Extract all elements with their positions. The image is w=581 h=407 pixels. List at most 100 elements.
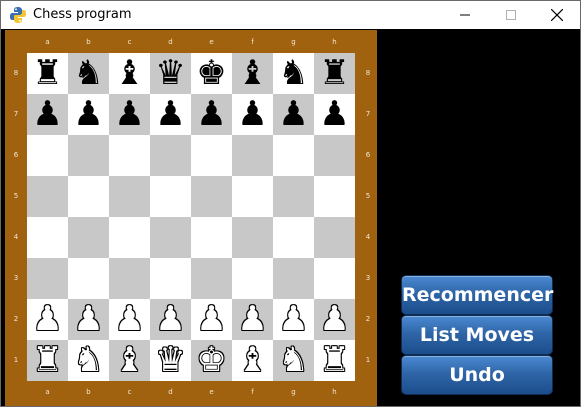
chess-board[interactable]: ♜ ♞ ♝ ♛ ♚ ♝ ♞ ♜ ♟ ♟ ♟ ♟ ♟ ♟ ♟ ♟ ♟ ♟ ♟ ♟ ♟ ♟ ♟ ♟ ♜ ♞ ♝ ♛ ♚ ♝ ♞ ♜ bbox=[27, 53, 355, 381]
white-piece-icon[interactable]: ♜ bbox=[32, 340, 62, 381]
square-a7[interactable]: ♟ bbox=[27, 94, 68, 135]
square-b4[interactable] bbox=[68, 217, 109, 258]
square-g2[interactable]: ♟ bbox=[273, 299, 314, 340]
square-c3[interactable] bbox=[109, 258, 150, 299]
square-e2[interactable]: ♟ bbox=[191, 299, 232, 340]
square-g8[interactable]: ♞ bbox=[273, 53, 314, 94]
square-b5[interactable] bbox=[68, 176, 109, 217]
square-h8[interactable]: ♜ bbox=[314, 53, 355, 94]
square-a5[interactable] bbox=[27, 176, 68, 217]
square-g6[interactable] bbox=[273, 135, 314, 176]
square-a4[interactable] bbox=[27, 217, 68, 258]
black-piece-icon[interactable]: ♛ bbox=[155, 53, 185, 94]
black-piece-icon[interactable]: ♚ bbox=[196, 53, 226, 94]
square-e7[interactable]: ♟ bbox=[191, 94, 232, 135]
square-d2[interactable]: ♟ bbox=[150, 299, 191, 340]
square-d1[interactable]: ♛ bbox=[150, 340, 191, 381]
square-a6[interactable] bbox=[27, 135, 68, 176]
square-g5[interactable] bbox=[273, 176, 314, 217]
square-e1[interactable]: ♚ bbox=[191, 340, 232, 381]
white-piece-icon[interactable]: ♟ bbox=[319, 299, 349, 340]
list-moves-button[interactable]: List Moves bbox=[402, 316, 552, 354]
black-piece-icon[interactable]: ♟ bbox=[278, 94, 308, 135]
square-c5[interactable] bbox=[109, 176, 150, 217]
black-piece-icon[interactable]: ♟ bbox=[155, 94, 185, 135]
white-piece-icon[interactable]: ♟ bbox=[155, 299, 185, 340]
black-piece-icon[interactable]: ♟ bbox=[196, 94, 226, 135]
black-piece-icon[interactable]: ♟ bbox=[237, 94, 267, 135]
square-d5[interactable] bbox=[150, 176, 191, 217]
square-c4[interactable] bbox=[109, 217, 150, 258]
black-piece-icon[interactable]: ♝ bbox=[237, 53, 267, 94]
square-e4[interactable] bbox=[191, 217, 232, 258]
square-c1[interactable]: ♝ bbox=[109, 340, 150, 381]
square-h3[interactable] bbox=[314, 258, 355, 299]
white-piece-icon[interactable]: ♜ bbox=[319, 340, 349, 381]
square-h1[interactable]: ♜ bbox=[314, 340, 355, 381]
square-f6[interactable] bbox=[232, 135, 273, 176]
white-piece-icon[interactable]: ♛ bbox=[155, 340, 185, 381]
square-h5[interactable] bbox=[314, 176, 355, 217]
black-piece-icon[interactable]: ♟ bbox=[319, 94, 349, 135]
black-piece-icon[interactable]: ♜ bbox=[32, 53, 62, 94]
black-piece-icon[interactable]: ♟ bbox=[32, 94, 62, 135]
black-piece-icon[interactable]: ♞ bbox=[278, 53, 308, 94]
square-c7[interactable]: ♟ bbox=[109, 94, 150, 135]
white-piece-icon[interactable]: ♟ bbox=[73, 299, 103, 340]
square-b8[interactable]: ♞ bbox=[68, 53, 109, 94]
white-piece-icon[interactable]: ♟ bbox=[196, 299, 226, 340]
square-d8[interactable]: ♛ bbox=[150, 53, 191, 94]
square-f1[interactable]: ♝ bbox=[232, 340, 273, 381]
square-c8[interactable]: ♝ bbox=[109, 53, 150, 94]
close-button[interactable] bbox=[534, 1, 580, 29]
square-a1[interactable]: ♜ bbox=[27, 340, 68, 381]
square-a8[interactable]: ♜ bbox=[27, 53, 68, 94]
square-d4[interactable] bbox=[150, 217, 191, 258]
black-piece-icon[interactable]: ♞ bbox=[73, 53, 103, 94]
square-b1[interactable]: ♞ bbox=[68, 340, 109, 381]
square-e5[interactable] bbox=[191, 176, 232, 217]
square-f7[interactable]: ♟ bbox=[232, 94, 273, 135]
white-piece-icon[interactable]: ♟ bbox=[114, 299, 144, 340]
square-b3[interactable] bbox=[68, 258, 109, 299]
black-piece-icon[interactable]: ♟ bbox=[114, 94, 144, 135]
square-f3[interactable] bbox=[232, 258, 273, 299]
black-piece-icon[interactable]: ♝ bbox=[114, 53, 144, 94]
square-a3[interactable] bbox=[27, 258, 68, 299]
square-b2[interactable]: ♟ bbox=[68, 299, 109, 340]
white-piece-icon[interactable]: ♞ bbox=[73, 340, 103, 381]
square-f4[interactable] bbox=[232, 217, 273, 258]
square-g3[interactable] bbox=[273, 258, 314, 299]
square-c6[interactable] bbox=[109, 135, 150, 176]
restart-button[interactable]: Recommencer bbox=[402, 276, 553, 314]
white-piece-icon[interactable]: ♟ bbox=[32, 299, 62, 340]
white-piece-icon[interactable]: ♞ bbox=[278, 340, 308, 381]
black-piece-icon[interactable]: ♜ bbox=[319, 53, 349, 94]
square-f2[interactable]: ♟ bbox=[232, 299, 273, 340]
square-g1[interactable]: ♞ bbox=[273, 340, 314, 381]
square-e8[interactable]: ♚ bbox=[191, 53, 232, 94]
square-g4[interactable] bbox=[273, 217, 314, 258]
white-piece-icon[interactable]: ♟ bbox=[278, 299, 308, 340]
square-f8[interactable]: ♝ bbox=[232, 53, 273, 94]
square-h2[interactable]: ♟ bbox=[314, 299, 355, 340]
black-piece-icon[interactable]: ♟ bbox=[73, 94, 103, 135]
white-piece-icon[interactable]: ♟ bbox=[237, 299, 267, 340]
title-bar[interactable]: Chess program bbox=[1, 1, 580, 29]
minimize-button[interactable] bbox=[442, 1, 488, 29]
white-piece-icon[interactable]: ♝ bbox=[114, 340, 144, 381]
square-a2[interactable]: ♟ bbox=[27, 299, 68, 340]
square-e3[interactable] bbox=[191, 258, 232, 299]
maximize-button[interactable] bbox=[488, 1, 534, 29]
square-f5[interactable] bbox=[232, 176, 273, 217]
square-e6[interactable] bbox=[191, 135, 232, 176]
square-h4[interactable] bbox=[314, 217, 355, 258]
square-d7[interactable]: ♟ bbox=[150, 94, 191, 135]
square-b6[interactable] bbox=[68, 135, 109, 176]
undo-button[interactable]: Undo bbox=[402, 356, 552, 394]
white-piece-icon[interactable]: ♚ bbox=[196, 340, 226, 381]
square-c2[interactable]: ♟ bbox=[109, 299, 150, 340]
square-d3[interactable] bbox=[150, 258, 191, 299]
square-g7[interactable]: ♟ bbox=[273, 94, 314, 135]
square-b7[interactable]: ♟ bbox=[68, 94, 109, 135]
